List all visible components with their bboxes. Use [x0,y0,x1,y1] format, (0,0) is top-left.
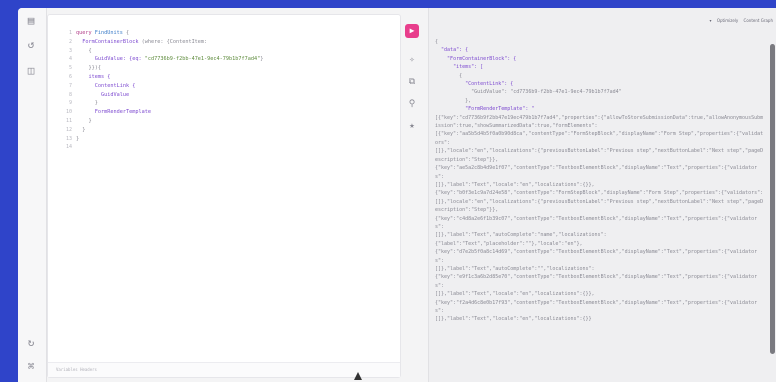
query-code[interactable]: query FindUnits { FormContainerBlock (wh… [76,29,376,152]
line-number: 8 [68,91,72,98]
line-number: 13 [65,135,72,142]
line-number: 5 [68,65,72,72]
line-number: 6 [68,73,72,80]
result-line: {"key":"f2a4d6c8e0b17f93","contentType":… [435,299,758,314]
code-token: FormRenderTemplate [76,109,151,116]
star-icon[interactable]: ★ [406,120,418,132]
code-line: FormRenderTemplate [76,108,376,117]
line-numbers: 1 2 3 4 5 6 7 8 9 10 11 12 13 14 [48,29,72,152]
code-token: } [76,100,98,107]
code-token: } [76,135,80,142]
folder-icon[interactable]: ◫ [24,64,38,78]
result-line: []},"locale":"en","localizations":{"prev… [435,198,764,214]
result-line: {"key":"ae5a2c8b4d9e1f07","contentType":… [435,165,758,180]
shortcuts-icon[interactable]: ⌘ [24,360,38,374]
code-token: GuidValue [76,91,130,98]
code-token: ContentLink { [76,82,136,89]
line-number: 11 [65,117,72,124]
code-token: "cd7736b9-f2bb-47e1-9ec4-79b1b7f7ad4" [144,56,261,63]
result-line: "GuidValue": "cd7736b9-f2bb-47e1-9ec4-79… [435,89,622,96]
code-line: FormContainerBlock (where: {ContentItem: [76,38,376,47]
code-line: GuidValue: {eq: "cd7736b9-f2bb-47e1-9ec4… [76,55,376,64]
code-line: } [76,117,376,126]
code-line: { [76,47,376,56]
code-token: { [76,47,92,54]
result-panel: ▾ Optimizely Content Graph { "data": { "… [428,8,776,382]
line-number: 9 [68,100,72,107]
code-token: query [76,30,95,36]
line-number: 7 [68,82,72,89]
side-rail: ▤ ↺ ◫ ↻ ⌘ [18,8,47,382]
code-token: (where: {ContentItem: [141,38,208,45]
code-line: GuidValue [76,91,376,100]
line-number: 12 [65,126,72,133]
code-line: } [76,126,376,135]
result-line: { [435,72,463,79]
result-line: [{"key":"aa5b5d4b5f0a0b90d8ca","contentT… [435,131,764,146]
graphiql-window: ▤ ↺ ◫ ↻ ⌘ 1 2 3 4 5 6 7 8 9 10 11 12 13 14 query Find… [18,8,776,382]
brand-label: Optimizely [716,18,739,23]
result-line: [{"key":"cd7736b9f2bb47e19ec479b1b7f7ad4… [435,114,764,130]
docs-icon[interactable]: ▤ [24,14,38,28]
merge-icon[interactable]: ⚲ [406,98,418,110]
result-line: []},"label":"Text","autoComplete":"","lo… [435,265,595,272]
code-token: } [76,126,86,133]
code-line: query FindUnits { [76,29,376,38]
code-line: ContentLink { [76,82,376,91]
chevron-down-icon[interactable]: ▾ [710,18,712,23]
result-line: { [435,39,439,45]
code-token: FormContainerBlock [76,38,142,45]
result-json: { "data": { "FormContainerBlock": { "ite… [435,38,765,324]
result-line: []},"label":"Text","autoComplete":"name"… [435,232,607,239]
code-token: }}){ [76,65,101,72]
code-token: } [260,56,264,63]
result-line: []},"locale":"en","localizations":{"prev… [435,148,764,163]
result-line: []},"label":"Text","locale":"en","locali… [435,181,595,188]
result-line: {"key":"e9f1c3a6b2d85e70","contentType":… [435,274,758,289]
code-token: GuidValue: {eq: [76,56,145,63]
line-number: 4 [68,56,72,63]
result-line: {"label":"Text","placeholder":""},"local… [435,240,583,247]
result-line: "items": [ [435,64,484,71]
result-line: "data": { [435,47,469,54]
code-token: FindUnits [94,30,126,36]
line-number: 14 [65,144,72,151]
line-number: 2 [68,38,72,45]
code-line: items { [76,73,376,82]
editor-toolbar: ▶ ✧ ⧉ ⚲ ★ [402,14,424,214]
result-line: []},"label":"Text","locale":"en","locali… [435,291,595,298]
prettify-icon[interactable]: ✧ [406,54,418,66]
product-label: Content Graph [743,18,773,23]
footer-tabs-label[interactable]: Variables Headers [56,367,97,372]
code-token: { [125,30,130,36]
refresh-icon[interactable]: ↻ [24,336,38,350]
code-token: } [76,117,92,124]
result-scrollbar[interactable] [770,44,775,354]
copy-icon[interactable]: ⧉ [406,76,418,88]
result-line: "FormRenderTemplate": " [435,106,535,113]
result-header: ▾ Optimizely Content Graph [706,18,773,28]
code-line: } [76,99,376,108]
history-icon[interactable]: ↺ [24,38,38,52]
result-line: "ContentLink": { [435,81,514,88]
query-editor[interactable]: 1 2 3 4 5 6 7 8 9 10 11 12 13 14 query FindUnits { Fo… [47,14,401,378]
line-number: 1 [68,30,72,36]
result-line: {"key":"d7e2b5f0a8c14d69","contentType":… [435,249,758,264]
line-number: 10 [65,109,72,116]
result-line: {"key":"c4d8a2e6f1b39c07","contentType":… [435,215,758,230]
result-line: []},"label":"Text","locale":"en","locali… [435,316,592,323]
code-line: } [76,135,376,144]
editor-footer: Variables Headers [48,362,400,377]
mouse-cursor [354,372,362,380]
result-line: "FormContainerBlock": { [435,55,517,62]
result-line: {"key":"b0f3e1c9a7d24e58","contentType":… [435,190,764,197]
code-line: }}){ [76,64,376,73]
line-number: 3 [68,47,72,54]
run-button[interactable]: ▶ [405,24,419,38]
code-token: items { [76,73,111,80]
result-line: }, [435,97,472,104]
